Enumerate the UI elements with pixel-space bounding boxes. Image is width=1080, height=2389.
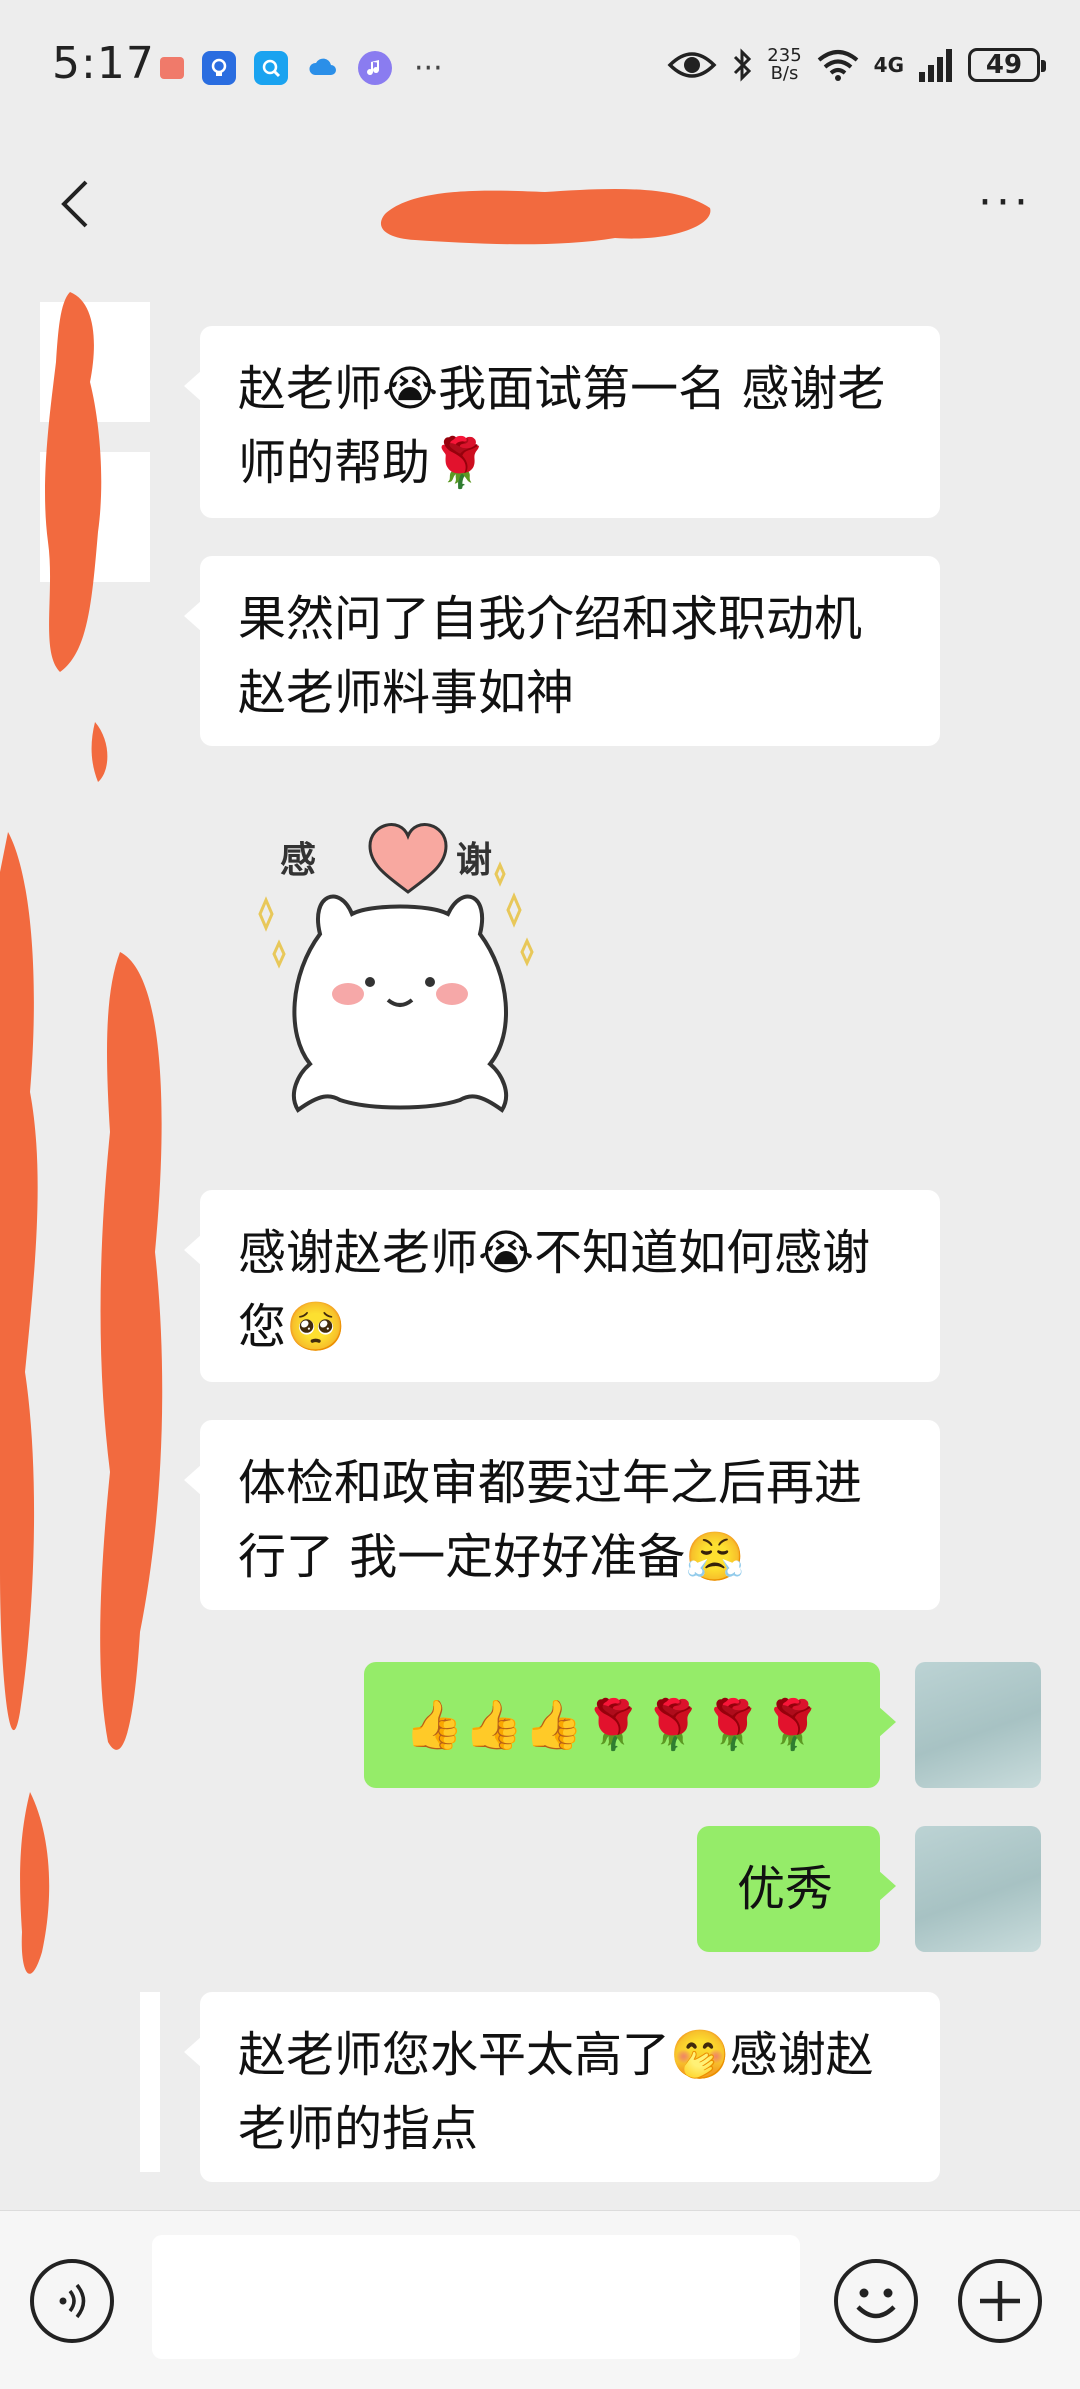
voice-icon xyxy=(59,2283,86,2319)
message-bubble-incoming[interactable]: 果然问了自我介绍和求职动机 赵老师料事如神 xyxy=(184,556,940,746)
message-bubble-incoming[interactable]: 赵老师😭我面试第一名 感谢老师的帮助🌹 xyxy=(184,326,940,518)
more-notifications-indicator: ··· xyxy=(414,50,443,86)
voice-input-button[interactable] xyxy=(30,2259,114,2343)
emoji-button[interactable] xyxy=(834,2259,918,2343)
music-app-icon xyxy=(358,51,392,85)
message-bubble-incoming[interactable]: 赵老师您水平太高了🤭感谢赵老师的指点 xyxy=(184,1992,940,2182)
chat-header: ··· xyxy=(0,140,1080,272)
message-input-bar xyxy=(0,2210,1080,2389)
wifi-icon xyxy=(817,50,858,81)
bulb-app-icon xyxy=(202,51,236,85)
app-notification-icon xyxy=(160,57,184,79)
clock: 5:17 xyxy=(52,38,155,89)
network-type: 4G xyxy=(873,53,904,77)
search-app-icon xyxy=(254,51,288,85)
message-text: 👍👍👍🌹🌹🌹🌹 xyxy=(404,1697,823,1753)
message-text: 赵老师您水平太高了🤭感谢赵老师的指点 xyxy=(238,2027,874,2157)
message-text-input[interactable] xyxy=(152,2235,800,2359)
plus-icon xyxy=(980,2281,1020,2321)
message-bubble-incoming[interactable]: 体检和政审都要过年之后再进行了 我一定好好准备😤 xyxy=(184,1420,940,1610)
thank-you-sticker[interactable]: 感 谢 xyxy=(240,794,560,1124)
message-text: 优秀 xyxy=(737,1861,834,1917)
system-status: 235 B/s 4G 49 xyxy=(667,40,1046,90)
bluetooth-icon xyxy=(734,48,752,82)
avatar[interactable] xyxy=(915,1662,1041,1788)
message-bubble-incoming[interactable]: 感谢赵老师😭不知道如何感谢您🥺 xyxy=(184,1190,940,1382)
network-speed: 235 B/s xyxy=(767,47,801,83)
message-text: 感谢赵老师😭不知道如何感谢您🥺 xyxy=(238,1225,871,1355)
sticker-caption-left: 感 xyxy=(280,840,316,881)
notification-icons: ··· xyxy=(160,48,443,88)
cloud-icon xyxy=(306,51,340,85)
sticker-caption-right: 谢 xyxy=(456,840,492,881)
status-bar: 5:17 ··· 235 B/s 4G 49 xyxy=(0,0,1080,140)
smiley-icon xyxy=(856,2288,896,2319)
message-text: 果然问了自我介绍和求职动机 赵老师料事如神 xyxy=(238,591,863,721)
avatar[interactable] xyxy=(915,1826,1041,1952)
chat-title-redaction xyxy=(380,188,711,245)
network-speed-unit: B/s xyxy=(770,63,799,84)
message-text: 赵老师😭我面试第一名 感谢老师的帮助🌹 xyxy=(238,361,886,491)
avatar-redaction xyxy=(0,292,163,2172)
message-text: 体检和政审都要过年之后再进行了 我一定好好准备😤 xyxy=(238,1455,863,1585)
back-arrow-icon[interactable] xyxy=(48,174,108,234)
message-bubble-outgoing[interactable]: 👍👍👍🌹🌹🌹🌹 xyxy=(364,1662,896,1788)
signal-icon xyxy=(919,49,952,82)
message-list[interactable]: 赵老师😭我面试第一名 感谢老师的帮助🌹 果然问了自我介绍和求职动机 赵老师料事如… xyxy=(0,272,1080,2210)
message-bubble-outgoing[interactable]: 优秀 xyxy=(697,1826,896,1952)
more-options-button[interactable]: ··· xyxy=(978,181,1032,225)
more-functions-button[interactable] xyxy=(958,2259,1042,2343)
eye-icon xyxy=(667,52,717,78)
battery-indicator: 49 xyxy=(968,48,1046,82)
